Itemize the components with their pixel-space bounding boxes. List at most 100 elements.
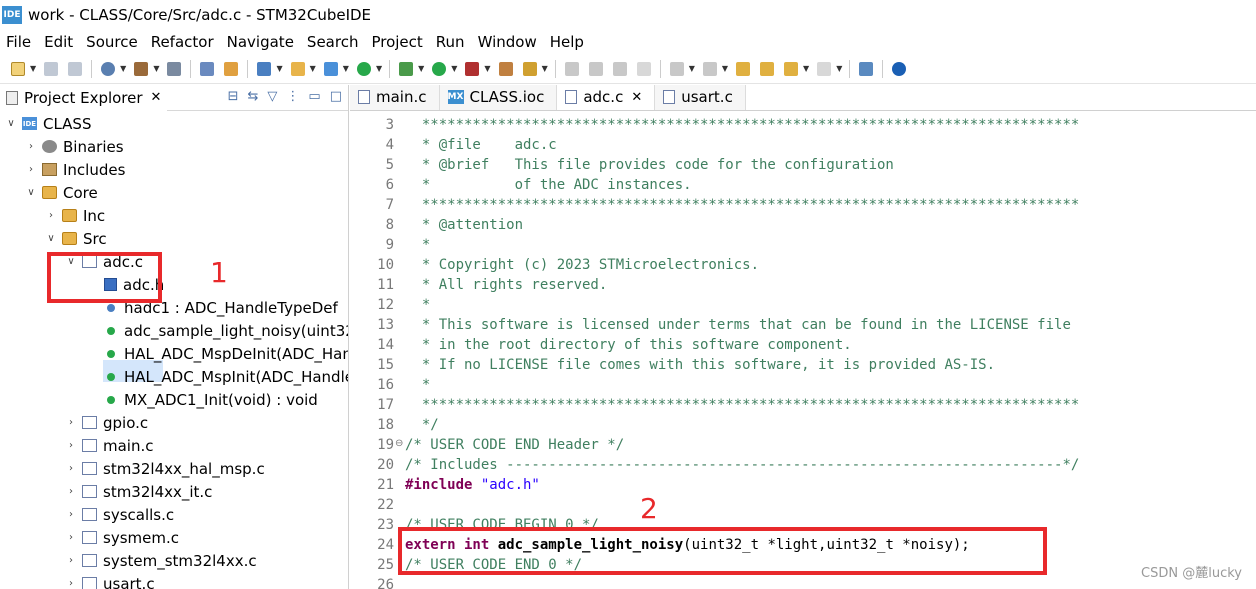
- hand-icon[interactable]: [224, 61, 239, 76]
- tree-item[interactable]: › main.c: [64, 434, 154, 457]
- tree-item[interactable]: › gpio.c: [64, 411, 148, 434]
- pilcrow-icon[interactable]: [636, 61, 651, 76]
- back-icon[interactable]: [784, 61, 799, 76]
- chevron-right-icon[interactable]: ›: [64, 486, 78, 497]
- last-edit-icon[interactable]: [736, 61, 751, 76]
- tree-item[interactable]: › Includes: [24, 158, 125, 181]
- search-icon[interactable]: [200, 61, 215, 76]
- chevron-right-icon[interactable]: ›: [64, 555, 78, 566]
- chevron-right-icon[interactable]: ›: [64, 417, 78, 428]
- tree-item[interactable]: › system_stm32l4xx.c: [64, 549, 257, 572]
- toggle-icon[interactable]: [588, 61, 603, 76]
- tree-item[interactable]: › Inc: [44, 204, 105, 227]
- save-icon[interactable]: [44, 61, 59, 76]
- tree-item[interactable]: › syscalls.c: [64, 503, 174, 526]
- tree-item[interactable]: › stm32l4xx_hal_msp.c: [64, 457, 265, 480]
- pencil-icon[interactable]: [564, 61, 579, 76]
- link-editor-icon[interactable]: ⇆: [248, 89, 259, 104]
- chevron-right-icon[interactable]: ›: [64, 532, 78, 543]
- forward-edit-icon[interactable]: [760, 61, 775, 76]
- chevron-down-icon[interactable]: ▼: [722, 64, 728, 73]
- tab-usart-c[interactable]: usart.c: [655, 85, 746, 110]
- chevron-right-icon[interactable]: ›: [44, 210, 58, 221]
- chevron-down-icon[interactable]: ▼: [803, 64, 809, 73]
- menu-project[interactable]: Project: [371, 33, 422, 51]
- chevron-right-icon[interactable]: ›: [24, 164, 38, 175]
- chevron-down-icon[interactable]: ▼: [343, 64, 349, 73]
- chevron-down-icon[interactable]: ▼: [451, 64, 457, 73]
- block-icon[interactable]: [612, 61, 627, 76]
- chevron-right-icon[interactable]: ›: [24, 141, 38, 152]
- external-tools-icon[interactable]: [465, 61, 480, 76]
- menu-refactor[interactable]: Refactor: [151, 33, 214, 51]
- menu-edit[interactable]: Edit: [44, 33, 73, 51]
- filter-icon[interactable]: ▽: [267, 89, 277, 104]
- tab-project-explorer[interactable]: Project Explorer ✕: [0, 85, 168, 111]
- menu-search[interactable]: Search: [307, 33, 359, 51]
- tree-item[interactable]: adc_sample_light_noisy(uint32_: [104, 319, 348, 342]
- chevron-down-icon[interactable]: ∨: [4, 118, 18, 129]
- tree-item[interactable]: HAL_ADC_MspInit(ADC_Handle: [104, 365, 348, 388]
- maximize-icon[interactable]: □: [330, 89, 342, 104]
- chevron-down-icon[interactable]: ▼: [153, 64, 159, 73]
- tree-item[interactable]: › stm32l4xx_it.c: [64, 480, 212, 503]
- menu-navigate[interactable]: Navigate: [227, 33, 294, 51]
- menu-source[interactable]: Source: [86, 33, 138, 51]
- chevron-down-icon[interactable]: ▼: [689, 64, 695, 73]
- new-project-icon[interactable]: [257, 61, 272, 76]
- close-icon[interactable]: ✕: [631, 90, 642, 105]
- menu-file[interactable]: File: [6, 33, 31, 51]
- run-icon[interactable]: [432, 61, 447, 76]
- tab-adc-c[interactable]: adc.c ✕: [557, 85, 656, 110]
- chevron-down-icon[interactable]: ▼: [376, 64, 382, 73]
- binary-icon[interactable]: [167, 61, 182, 76]
- chevron-down-icon[interactable]: ∨: [44, 233, 58, 244]
- tab-class-ioc[interactable]: MX CLASS.ioc: [439, 85, 558, 110]
- save-all-icon[interactable]: [68, 61, 83, 76]
- next-annotation-icon[interactable]: [669, 61, 684, 76]
- code-editor[interactable]: ****************************************…: [405, 112, 1256, 589]
- collapse-all-icon[interactable]: ⊟: [228, 89, 239, 104]
- open-type-icon[interactable]: [498, 61, 513, 76]
- chevron-right-icon[interactable]: ›: [64, 578, 78, 589]
- build-icon[interactable]: [134, 61, 149, 76]
- tree-item[interactable]: ∨ Src: [44, 227, 106, 250]
- chevron-down-icon[interactable]: ∨: [24, 187, 38, 198]
- tree-item[interactable]: MX_ADC1_Init(void) : void: [104, 388, 318, 411]
- tab-main-c[interactable]: main.c: [350, 85, 440, 110]
- tree-item[interactable]: › usart.c: [64, 572, 155, 589]
- chevron-down-icon[interactable]: ▼: [484, 64, 490, 73]
- chevron-down-icon[interactable]: ▼: [418, 64, 424, 73]
- tree-item[interactable]: ∨ IDE CLASS: [4, 112, 91, 135]
- minimize-icon[interactable]: ▭: [308, 89, 320, 104]
- menu-run[interactable]: Run: [436, 33, 465, 51]
- settings-icon[interactable]: [101, 61, 116, 76]
- menu-help[interactable]: Help: [550, 33, 584, 51]
- menu-window[interactable]: Window: [478, 33, 537, 51]
- tree-item[interactable]: › sysmem.c: [64, 526, 179, 549]
- debug-icon[interactable]: [399, 61, 414, 76]
- chevron-down-icon[interactable]: ▼: [542, 64, 548, 73]
- info-icon[interactable]: [892, 61, 907, 76]
- chevron-down-icon[interactable]: ▼: [310, 64, 316, 73]
- new-class-icon[interactable]: [323, 61, 338, 76]
- view-menu-icon[interactable]: ⋮: [286, 89, 299, 104]
- chevron-right-icon[interactable]: ›: [64, 509, 78, 520]
- new-folder-icon[interactable]: [290, 61, 305, 76]
- chevron-right-icon[interactable]: ›: [64, 440, 78, 451]
- tree-item[interactable]: ∨ Core: [24, 181, 97, 204]
- tree-item[interactable]: HAL_ADC_MspDeInit(ADC_Han: [104, 342, 348, 365]
- new-icon[interactable]: [11, 61, 25, 76]
- chevron-down-icon[interactable]: ▼: [276, 64, 282, 73]
- chevron-down-icon[interactable]: ▼: [30, 64, 36, 73]
- tree-item[interactable]: › Binaries: [24, 135, 124, 158]
- forward-icon[interactable]: [817, 61, 832, 76]
- wand-icon[interactable]: [522, 61, 537, 76]
- fold-icon[interactable]: ⊖: [395, 438, 403, 449]
- refresh-icon[interactable]: [356, 61, 371, 76]
- close-icon[interactable]: ✕: [151, 90, 162, 105]
- chevron-right-icon[interactable]: ›: [64, 463, 78, 474]
- prev-annotation-icon[interactable]: [702, 61, 717, 76]
- chevron-down-icon[interactable]: ▼: [836, 64, 842, 73]
- open-perspective-icon[interactable]: [859, 61, 874, 76]
